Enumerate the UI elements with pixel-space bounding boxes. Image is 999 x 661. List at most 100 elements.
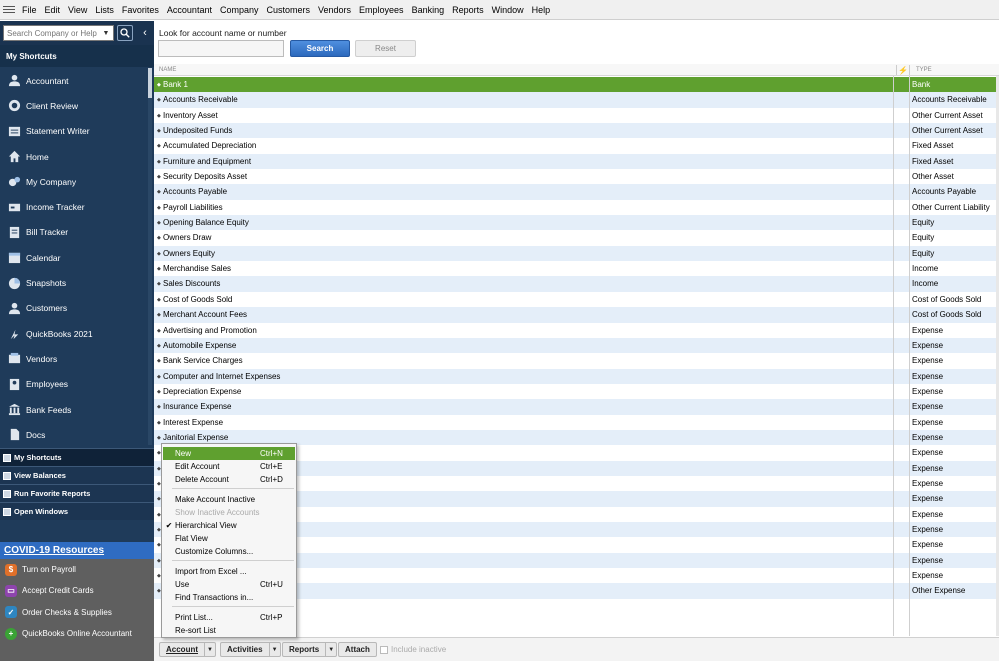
menu-banking[interactable]: Banking xyxy=(408,5,449,15)
menu-edit[interactable]: Edit xyxy=(41,5,65,15)
shortcut-my-company[interactable]: My Company xyxy=(0,169,150,194)
table-row[interactable]: ◆ Undeposited Funds Other Current Asset xyxy=(154,123,999,139)
shortcut-home[interactable]: Home xyxy=(0,144,150,169)
reports-menu-button[interactable]: Reports ▼ xyxy=(282,642,338,657)
reports-icon xyxy=(3,489,11,498)
shortcut-bill-tracker[interactable]: Bill Tracker xyxy=(0,220,150,245)
menu-lists[interactable]: Lists xyxy=(91,5,118,15)
table-row[interactable]: ◆ Bank Service Charges Expense xyxy=(154,353,999,369)
shortcut-customers[interactable]: Customers xyxy=(0,296,150,321)
table-row[interactable]: ◆ Advertising and Promotion Expense xyxy=(154,322,999,338)
table-row[interactable]: ◆ Opening Balance Equity Equity xyxy=(154,215,999,231)
promo-order-checks[interactable]: ✓ Order Checks & Supplies xyxy=(0,602,154,623)
menu-item-delete-account[interactable]: Delete Account Ctrl+D xyxy=(163,473,295,486)
table-row[interactable]: ◆ Computer and Internet Expenses Expense xyxy=(154,368,999,384)
table-row[interactable]: ◆ Accumulated Depreciation Fixed Asset xyxy=(154,138,999,154)
account-search-input[interactable] xyxy=(158,40,284,57)
promo-turn-on-payroll[interactable]: $ Turn on Payroll xyxy=(0,559,154,580)
shortcut-accountant[interactable]: Accountant xyxy=(0,68,150,93)
menu-item-make-account-inactive[interactable]: Make Account Inactive xyxy=(163,493,295,506)
menu-item-use[interactable]: Use Ctrl+U xyxy=(163,578,295,591)
section-run-favorite-reports[interactable]: Run Favorite Reports xyxy=(0,484,154,502)
menu-window[interactable]: Window xyxy=(488,5,528,15)
reset-button[interactable]: Reset xyxy=(355,40,416,57)
table-row[interactable]: ◆ Owners Equity Equity xyxy=(154,245,999,262)
row-bullet-icon: ◆ xyxy=(157,327,161,334)
shortcut-snapshots[interactable]: Snapshots xyxy=(0,270,150,295)
sidebar-scrollbar[interactable] xyxy=(148,68,152,445)
menu-accountant[interactable]: Accountant xyxy=(163,5,216,15)
table-row[interactable]: ◆ Merchant Account Fees Cost of Goods Sold xyxy=(154,307,999,323)
menu-view[interactable]: View xyxy=(64,5,91,15)
shortcut-client-review[interactable]: Client Review xyxy=(0,93,150,118)
shortcut-bank-feeds[interactable]: Bank Feeds xyxy=(0,397,150,422)
column-header-type[interactable]: TYPE xyxy=(916,67,932,73)
table-row[interactable]: ◆ Depreciation Expense Expense xyxy=(154,383,999,400)
promo-accept-credit-cards[interactable]: ▭ Accept Credit Cards xyxy=(0,580,154,601)
covid-resources-link[interactable]: COVID-19 Resources xyxy=(0,542,154,559)
section-view-balances[interactable]: View Balances xyxy=(0,466,154,484)
menu-item-find-transactions-in[interactable]: Find Transactions in... xyxy=(163,591,295,604)
section-open-windows[interactable]: Open Windows xyxy=(0,502,154,520)
attach-button[interactable]: Attach xyxy=(338,642,377,657)
menu-item-flat-view[interactable]: Flat View xyxy=(163,532,295,545)
menu-customers[interactable]: Customers xyxy=(262,5,314,15)
shortcut-employees[interactable]: Employees xyxy=(0,372,150,397)
menu-favorites[interactable]: Favorites xyxy=(118,5,163,15)
shortcut-docs[interactable]: Docs xyxy=(0,422,150,447)
menu-item-new[interactable]: New Ctrl+N xyxy=(163,447,295,460)
menu-item-re-sort-list[interactable]: Re-sort List xyxy=(163,624,295,637)
search-button[interactable] xyxy=(117,25,133,41)
promo-qbo-accountant[interactable]: + QuickBooks Online Accountant xyxy=(0,623,154,644)
shortcut-quickbooks-2021[interactable]: QuickBooks 2021 xyxy=(0,321,150,346)
table-row[interactable]: ◆ Bank 1 Bank xyxy=(154,77,999,93)
include-inactive-checkbox[interactable]: Include inactive xyxy=(380,645,446,654)
menu-vendors[interactable]: Vendors xyxy=(314,5,355,15)
search-accounts-button[interactable]: Search xyxy=(290,40,350,57)
table-row[interactable]: ◆ Sales Discounts Income xyxy=(154,276,999,292)
row-bullet-icon: ◆ xyxy=(157,143,161,150)
checkbox-box[interactable] xyxy=(380,645,388,654)
table-row[interactable]: ◆ Insurance Expense Expense xyxy=(154,399,999,415)
menu-company[interactable]: Company xyxy=(216,5,263,15)
table-row[interactable]: ◆ Owners Draw Equity xyxy=(154,230,999,246)
menu-item-customize-columns[interactable]: Customize Columns... xyxy=(163,545,295,558)
shortcut-income-tracker[interactable]: Income Tracker xyxy=(0,194,150,219)
table-row[interactable]: ◆ Accounts Payable Accounts Payable xyxy=(154,184,999,200)
menu-help[interactable]: Help xyxy=(528,5,555,15)
collapse-sidebar-button[interactable]: ‹ xyxy=(139,25,151,41)
scrollbar-thumb[interactable] xyxy=(148,68,152,98)
shortcut-vendors[interactable]: Vendors xyxy=(0,346,150,371)
table-row[interactable]: ◆ Interest Expense Expense xyxy=(154,414,999,430)
row-bullet-icon: ◆ xyxy=(157,174,161,181)
table-row[interactable]: ◆ Furniture and Equipment Fixed Asset xyxy=(154,153,999,170)
search-company-field[interactable]: ▼ xyxy=(3,25,114,41)
table-row[interactable]: ◆ Merchandise Sales Income xyxy=(154,261,999,277)
shortcut-statement-writer[interactable]: Statement Writer xyxy=(0,119,150,144)
menu-reports[interactable]: Reports xyxy=(448,5,488,15)
activities-menu-button[interactable]: Activities ▼ xyxy=(220,642,281,657)
chevron-down-icon[interactable]: ▼ xyxy=(100,30,112,37)
menu-item-edit-account[interactable]: Edit Account Ctrl+E xyxy=(163,460,295,473)
table-row[interactable]: ◆ Accounts Receivable Accounts Receivable xyxy=(154,92,999,108)
menu-employees[interactable]: Employees xyxy=(355,5,408,15)
app-menu-icon[interactable] xyxy=(3,4,15,16)
table-row[interactable]: ◆ Automobile Expense Expense xyxy=(154,337,999,354)
menu-file[interactable]: File xyxy=(18,5,41,15)
account-menu-button[interactable]: Account ▼ xyxy=(159,642,216,657)
search-company-input[interactable] xyxy=(4,28,100,38)
account-type: Expense xyxy=(912,524,944,534)
menu-item-import-from-excel[interactable]: Import from Excel ... xyxy=(163,565,295,578)
column-header-name[interactable]: NAME xyxy=(159,67,176,73)
table-row[interactable]: ◆ Inventory Asset Other Current Asset xyxy=(154,107,999,124)
menu-item-print-list[interactable]: Print List... Ctrl+P xyxy=(163,611,295,624)
table-row[interactable]: ◆ Security Deposits Asset Other Asset xyxy=(154,169,999,185)
shortcut-calendar[interactable]: Calendar xyxy=(0,245,150,270)
menu-item-hierarchical-view[interactable]: ✔ Hierarchical View xyxy=(163,519,295,532)
online-banking-column-icon[interactable]: ⚡ xyxy=(896,65,910,75)
section-my-shortcuts[interactable]: My Shortcuts xyxy=(0,448,154,466)
table-row[interactable]: ◆ Cost of Goods Sold Cost of Goods Sold xyxy=(154,291,999,308)
table-row[interactable]: ◆ Payroll Liabilities Other Current Liabil… xyxy=(154,199,999,216)
column-divider xyxy=(909,76,910,636)
account-type: Other Asset xyxy=(912,172,954,182)
